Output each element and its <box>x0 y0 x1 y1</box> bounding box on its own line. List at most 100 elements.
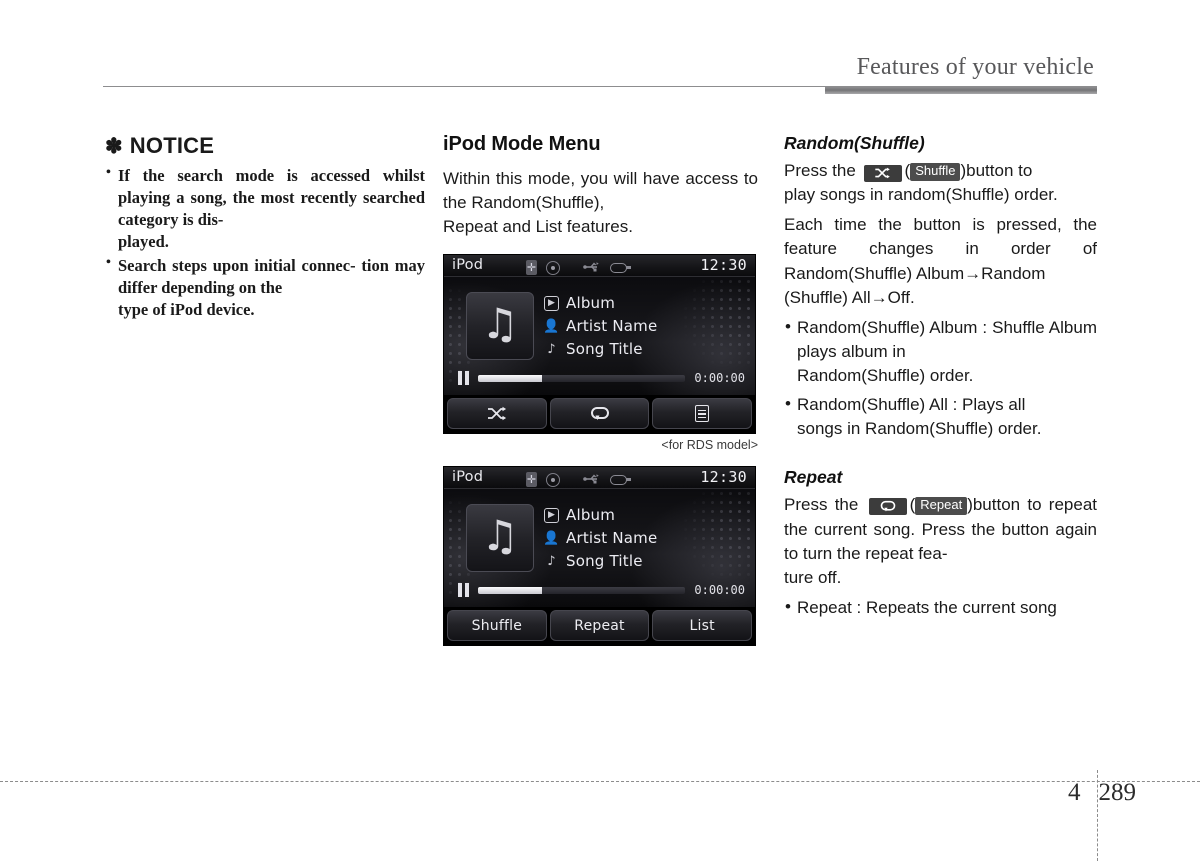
para-post: )button to <box>967 495 1042 515</box>
shuffle-icon <box>487 406 507 421</box>
screen-source-label: iPod <box>452 257 484 274</box>
progress-slider[interactable] <box>478 586 686 594</box>
bullet-last: songs in Random(Shuffle) order. <box>797 419 1042 439</box>
left-column: ✽ NOTICE If the search mode is accessed … <box>105 133 425 323</box>
album-art: ♫ <box>466 504 534 573</box>
repeat-paragraph-1: Press the (Repeat)button to repeat the c… <box>784 493 1097 590</box>
music-note-icon: ♫ <box>481 299 519 349</box>
screen-status-icons: ✛ <box>526 258 631 277</box>
para-post: )button to <box>960 161 1033 180</box>
page-number-value: 289 <box>1098 779 1137 806</box>
softkey-shuffle[interactable] <box>447 398 547 430</box>
middle-column: iPod Mode Menu Within this mode, you wil… <box>443 133 758 647</box>
softkey-repeat[interactable]: Repeat <box>549 610 650 642</box>
screen-status-bar: iPod ✛ 12:30 <box>444 255 755 278</box>
album-row: ▶ Album <box>544 294 657 312</box>
softkey-list[interactable]: List <box>652 610 753 642</box>
person-icon: 👤 <box>543 530 560 546</box>
artist-row: 👤 Artist Name <box>543 317 658 336</box>
playback-bar: 0:00:00 <box>458 583 745 598</box>
para-pre: Press the <box>784 495 859 515</box>
bullet-body: Random(Shuffle) All : Plays all <box>797 395 1026 415</box>
chapter-number: 4 <box>1068 779 1081 806</box>
list-item: Search steps upon initial connec- tion m… <box>105 254 425 321</box>
usb-plug-icon <box>610 262 631 273</box>
screen-caption-rds: <for RDS model> <box>661 438 758 453</box>
random-shuffle-heading: Random(Shuffle) <box>784 133 925 153</box>
repeat-icon-chip <box>868 498 907 516</box>
screen-source-label: iPod <box>452 469 484 486</box>
artist-value: Artist Name <box>566 317 658 336</box>
note-icon: ♪ <box>547 553 556 569</box>
screen-status-bar: iPod ✛ 12:30 <box>444 467 755 490</box>
random-shuffle-paragraph-1: Press the (Shuffle)button to play songs … <box>784 159 1097 207</box>
random-shuffle-paragraph-2: Each time the button is pressed, the fea… <box>784 213 1097 310</box>
progress-slider[interactable] <box>478 374 686 382</box>
elapsed-time: 0:00:00 <box>694 371 745 386</box>
elapsed-time: 0:00:00 <box>694 583 745 598</box>
bullet-body: Repeat : Repeats the current song <box>797 597 1057 617</box>
song-row: ♪ Song Title <box>544 552 657 570</box>
para-last: ture off. <box>784 567 842 587</box>
usb-plug-icon <box>610 474 631 485</box>
pause-icon[interactable] <box>458 371 469 386</box>
page-header: Features of your vehicle <box>0 0 1200 96</box>
screen-body: ♫ ▶ Album 👤 Artist Name ♪ Song Title 0:0… <box>444 277 755 396</box>
notice-item-body: Search steps upon initial connec- tion m… <box>118 255 425 297</box>
person-icon: 👤 <box>543 318 560 334</box>
notice-title: NOTICE <box>129 133 215 158</box>
song-value: Song Title <box>566 552 643 571</box>
ipod-screen-rds: iPod ✛ 12:30 12/123 <box>443 254 756 435</box>
softkey-list[interactable] <box>652 398 753 430</box>
intro-last: Repeat and List features. <box>443 217 633 237</box>
album-row: ▶ Album <box>544 506 657 524</box>
screen-status-icons: ✛ <box>526 470 631 489</box>
page-title: Features of your vehicle <box>856 54 1094 80</box>
track-metadata: ▶ Album 👤 Artist Name ♪ Song Title <box>543 506 658 570</box>
softkey-shuffle[interactable]: Shuffle <box>447 610 547 642</box>
ipod-mode-menu-heading: iPod Mode Menu <box>443 133 601 155</box>
list-item: If the search mode is accessed whilst pl… <box>105 164 425 253</box>
artist-row: 👤 Artist Name <box>543 529 658 548</box>
repeat-heading: Repeat <box>784 467 843 488</box>
usb-icon <box>583 258 601 277</box>
screen-clock: 12:30 <box>700 468 747 487</box>
list-icon <box>695 405 710 423</box>
list-item: Random(Shuffle) All : Plays all songs in… <box>784 392 1097 441</box>
shuffle-label-chip: Shuffle <box>910 163 961 181</box>
screen-body: ♫ ▶ Album 👤 Artist Name ♪ Song Title 0:0… <box>444 489 755 608</box>
music-note-icon: ♫ <box>481 511 519 561</box>
intro-body: Within this mode, you will have access t… <box>443 169 758 213</box>
disc-icon <box>546 472 560 487</box>
repeat-icon <box>590 406 610 422</box>
list-item: Repeat : Repeats the current song <box>784 595 1097 620</box>
repeat-label-chip: Repeat <box>915 497 968 516</box>
album-icon: ▶ <box>544 295 559 311</box>
artist-value: Artist Name <box>566 529 658 548</box>
footer-dashed-rule <box>0 781 1200 782</box>
screen-softkey-bar: Shuffle Repeat List <box>444 607 755 646</box>
album-value: Album <box>566 506 616 525</box>
notice-list: If the search mode is accessed whilst pl… <box>105 164 425 321</box>
bullet-last: Random(Shuffle) order. <box>797 366 974 385</box>
repeat-bullets: Repeat : Repeats the current song <box>784 595 1097 620</box>
notice-item-body: If the search mode is accessed whilst pl… <box>118 166 425 229</box>
para-last: play songs in random(Shuffle) order. <box>784 185 1058 205</box>
shuffle-icon-chip <box>863 164 902 182</box>
header-accent-bar <box>825 87 1097 94</box>
pause-icon[interactable] <box>458 583 469 598</box>
para-last: (Shuffle) All→Off. <box>784 287 915 307</box>
ipod-screen-text: iPod ✛ 12:30 1 <box>443 466 756 647</box>
softkey-repeat[interactable] <box>549 398 650 430</box>
random-shuffle-bullets: Random(Shuffle) Album : Shuffle Album pl… <box>784 315 1097 442</box>
bullet-body: Random(Shuffle) Album : Shuffle Album pl… <box>797 317 1097 361</box>
album-icon: ▶ <box>544 507 559 523</box>
song-value: Song Title <box>566 340 643 359</box>
bluetooth-icon: ✛ <box>526 260 537 276</box>
usb-icon <box>583 470 601 489</box>
screen-softkey-bar <box>444 395 755 434</box>
disc-icon <box>546 260 560 275</box>
track-metadata: ▶ Album 👤 Artist Name ♪ Song Title <box>543 294 658 359</box>
list-item: Random(Shuffle) Album : Shuffle Album pl… <box>784 315 1097 388</box>
ipod-mode-intro-paragraph: Within this mode, you will have access t… <box>443 167 758 239</box>
